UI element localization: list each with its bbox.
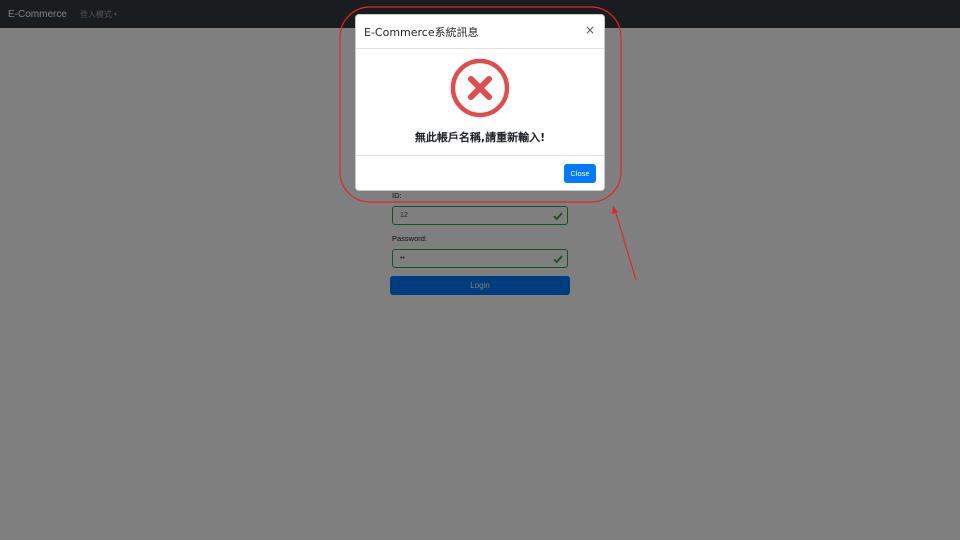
error-message: 無此帳戶名稱,請重新輸入! xyxy=(414,131,546,144)
modal-header: E-Commerce系統訊息 × xyxy=(356,15,604,49)
modal-footer: Close xyxy=(356,156,604,191)
close-icon[interactable]: × xyxy=(585,24,595,36)
modal-body: 無此帳戶名稱,請重新輸入! xyxy=(356,49,604,156)
error-x-circle-icon xyxy=(450,58,510,118)
close-button[interactable]: Close xyxy=(564,164,596,183)
modal-title: E-Commerce系統訊息 xyxy=(364,25,479,39)
page: E-Commerce 登入模式 ▾ ID: 12 Password: •• Lo… xyxy=(0,0,960,540)
system-message-modal: E-Commerce系統訊息 × 無此帳戶名稱,請重新輸入! Close xyxy=(355,14,605,191)
